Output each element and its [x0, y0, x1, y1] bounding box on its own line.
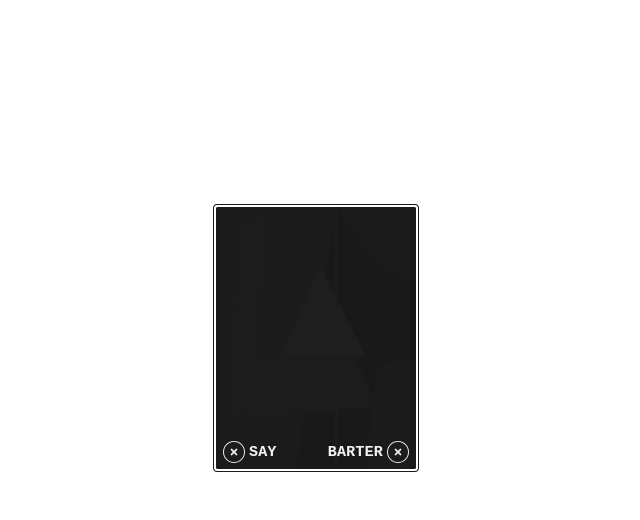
say-x-icon[interactable] — [223, 441, 245, 463]
dialog-panel-body: SAY BARTER — [216, 207, 416, 469]
say-label: SAY — [249, 443, 277, 461]
barter-label: BARTER — [327, 443, 383, 461]
barter-button[interactable]: BARTER — [328, 441, 409, 463]
screen: SAY BARTER — [0, 0, 640, 520]
background-texture — [216, 207, 416, 469]
say-button[interactable]: SAY — [223, 441, 277, 463]
dialog-panel: SAY BARTER — [213, 204, 419, 472]
barter-x-icon[interactable] — [387, 441, 409, 463]
